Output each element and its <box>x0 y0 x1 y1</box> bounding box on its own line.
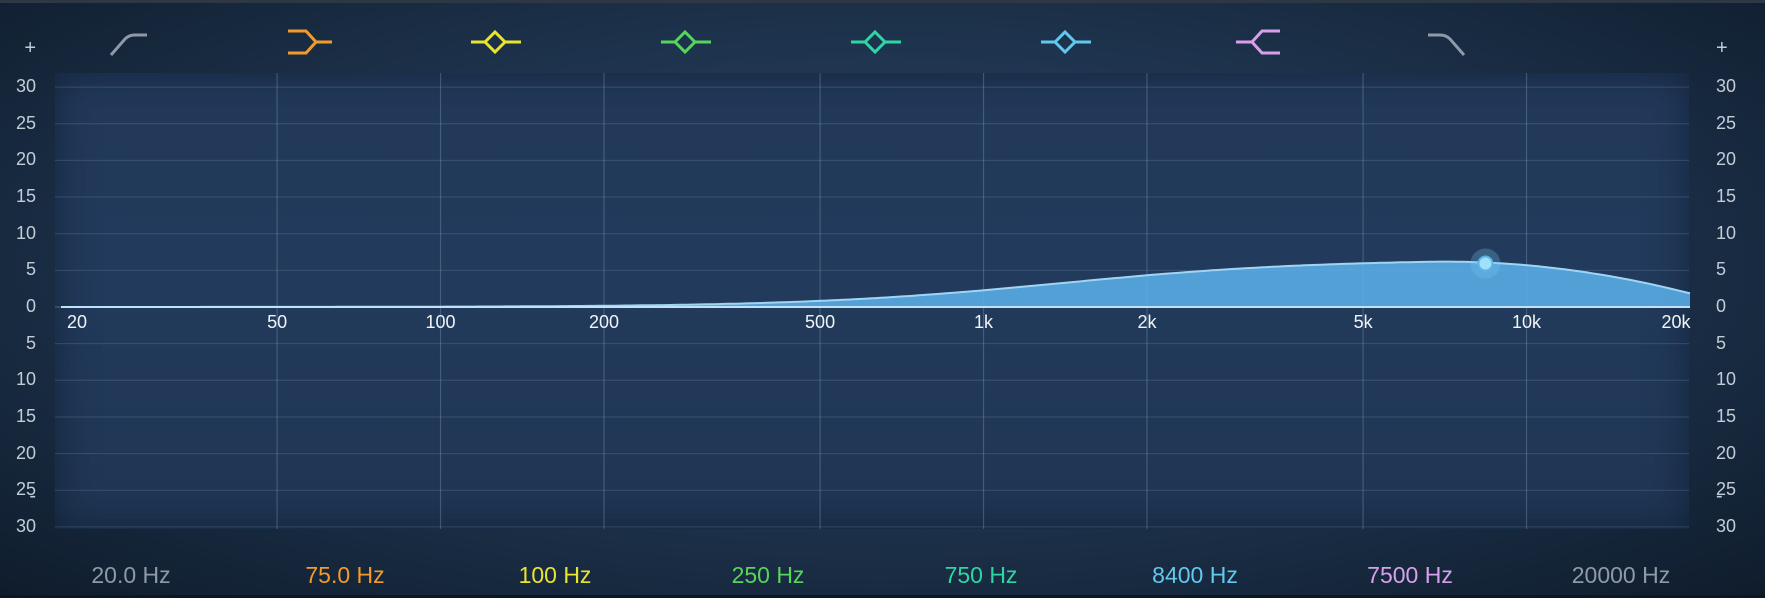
band-4-peak-button[interactable] <box>655 21 725 65</box>
frequency-tick-label: 50 <box>267 312 288 332</box>
low-shelf-icon <box>288 29 332 55</box>
gain-label-right: 10 <box>1716 369 1737 390</box>
frequency-tick-label: 100 <box>425 312 456 332</box>
frequency-tick-label: 500 <box>805 312 836 332</box>
scale-plus-right: + <box>1716 37 1728 59</box>
band-5-frequency[interactable]: 750 Hz <box>901 562 1061 589</box>
peak-icon <box>661 29 711 55</box>
gain-label-right: 20 <box>1716 149 1737 170</box>
peak-icon <box>471 29 521 55</box>
frequency-tick-label: 2k <box>1137 312 1157 332</box>
gain-label-left: 20 <box>15 149 36 170</box>
band-6-frequency[interactable]: 8400 Hz <box>1115 562 1275 589</box>
band-3-peak-button[interactable] <box>465 21 535 65</box>
gain-label-right: 20 <box>1716 442 1737 463</box>
gain-label-left: 5 <box>25 259 36 280</box>
band-8-frequency[interactable]: 20000 Hz <box>1541 562 1701 589</box>
eq-response-fill <box>61 261 1690 307</box>
high-shelf-icon <box>1236 29 1280 55</box>
band-3-frequency[interactable]: 100 Hz <box>475 562 635 589</box>
band-7-frequency[interactable]: 7500 Hz <box>1330 562 1490 589</box>
frequency-tick-label: 200 <box>588 312 620 332</box>
gain-label-left: 30 <box>15 515 36 536</box>
gain-label-left: 25 <box>15 112 36 133</box>
frequency-tick-label: 10k <box>1512 312 1542 332</box>
high-cut-icon <box>1428 33 1466 56</box>
band-7-high-shelf-button[interactable] <box>1228 21 1298 65</box>
gain-label-right: 15 <box>1716 186 1737 207</box>
gain-label-left: 0 <box>25 296 36 316</box>
gain-label-right: 15 <box>1716 405 1737 426</box>
gain-label-right: 10 <box>1716 222 1737 243</box>
eq-graph[interactable] <box>0 3 1765 598</box>
gain-label-left: 5 <box>25 332 36 353</box>
band-6-peak-button[interactable] <box>1035 21 1105 65</box>
gain-label-left: 30 <box>15 76 36 97</box>
band-2-low-shelf-button[interactable] <box>280 21 350 65</box>
gain-label-left: 15 <box>15 405 36 426</box>
band-4-frequency[interactable]: 250 Hz <box>688 562 848 589</box>
gain-label-left: 10 <box>15 222 36 243</box>
frequency-tick-label: 20k <box>1661 312 1691 332</box>
frequency-tick-label: 20 <box>66 312 88 332</box>
gain-label-right: 5 <box>1716 259 1727 280</box>
band-2-frequency[interactable]: 75.0 Hz <box>265 562 425 589</box>
peak-icon <box>851 29 901 55</box>
gain-label-right: 30 <box>1716 515 1737 536</box>
band-6-handle[interactable] <box>1477 255 1494 272</box>
peak-icon <box>1041 29 1091 55</box>
frequency-tick-label: 1k <box>974 312 994 332</box>
low-cut-icon <box>109 33 147 56</box>
gain-label-right: 25 <box>1716 479 1737 500</box>
gain-label-right: 30 <box>1716 76 1737 97</box>
gain-label-left: 25 <box>15 479 36 500</box>
band-1-frequency[interactable]: 20.0 Hz <box>51 562 211 589</box>
gain-label-left: 20 <box>15 442 36 463</box>
gain-label-left: 10 <box>15 369 36 390</box>
gain-label-right: 0 <box>1716 296 1727 316</box>
eq-panel: + + - - 30 30 25 25 20 20 15 15 10 10 5 5 0 0 5 5 10 10 15… <box>0 0 1765 595</box>
band-5-peak-button[interactable] <box>845 21 915 65</box>
frequency-tick-label: 5k <box>1353 312 1373 332</box>
gain-label-left: 15 <box>15 186 36 207</box>
scale-plus-left: + <box>24 37 36 59</box>
band-1-low-cut-button[interactable] <box>95 21 165 65</box>
band-8-high-cut-button[interactable] <box>1418 21 1488 65</box>
gain-label-right: 5 <box>1716 332 1727 353</box>
gain-label-right: 25 <box>1716 112 1737 133</box>
